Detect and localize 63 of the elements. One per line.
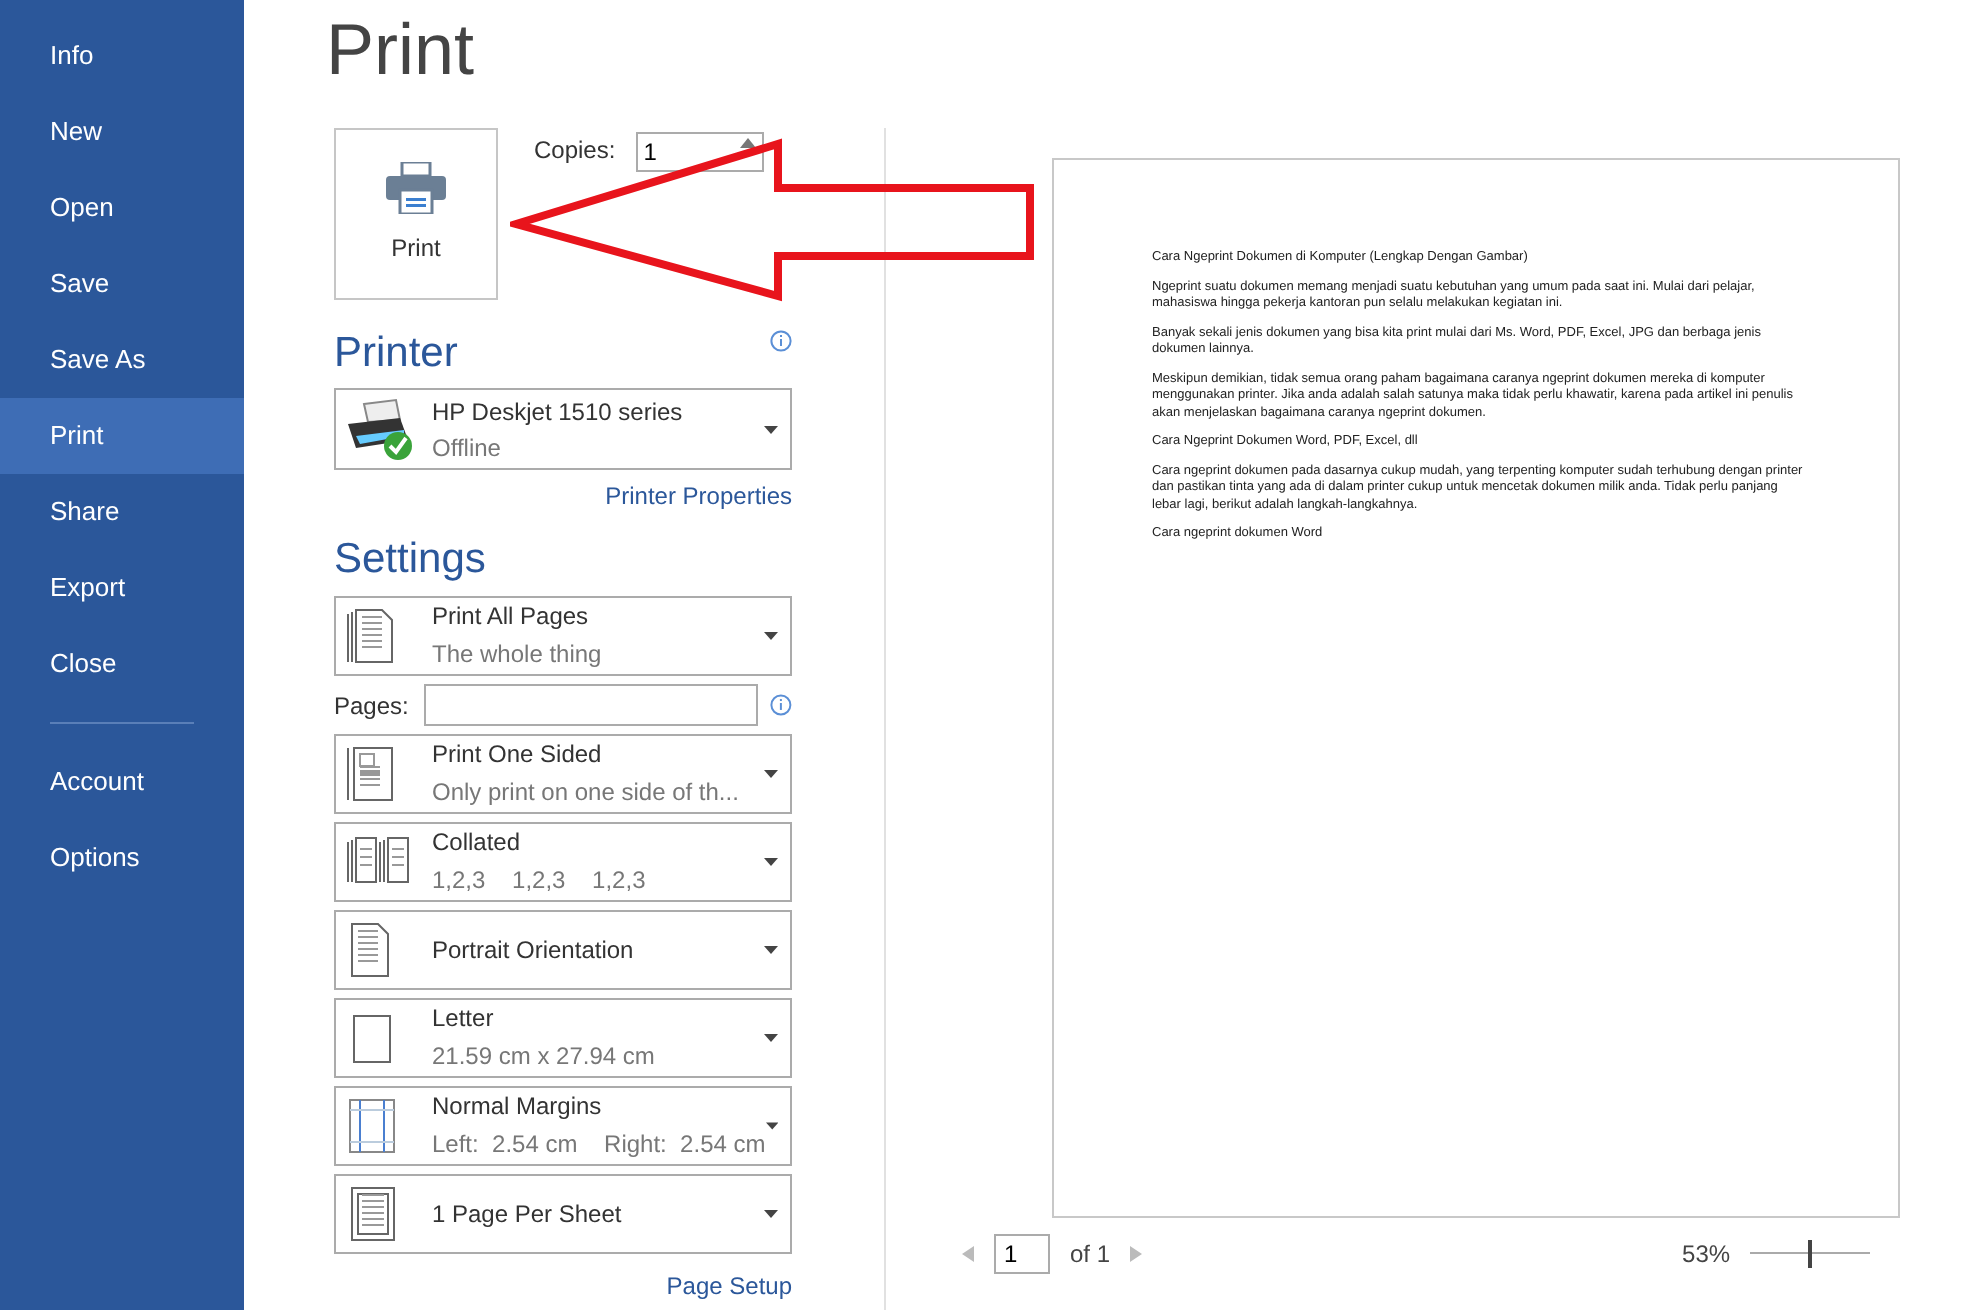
printer-name: HP Deskjet 1510 series bbox=[432, 395, 685, 429]
sidebar-item[interactable]: Account bbox=[0, 744, 244, 820]
caret-icon bbox=[764, 770, 778, 778]
zoom-slider-thumb[interactable] bbox=[1808, 1240, 1813, 1268]
caret-icon bbox=[764, 946, 778, 954]
settings-dropdown[interactable]: Normal Margins Left: 2.54 cm Right: 2.54 cm bbox=[334, 1086, 792, 1166]
caret-icon bbox=[764, 1034, 778, 1042]
option-title: Normal Margins bbox=[432, 1090, 604, 1124]
option-description: The whole thing bbox=[432, 638, 604, 672]
pages-label: Pages: bbox=[334, 689, 411, 723]
next-page-icon[interactable] bbox=[1130, 1246, 1143, 1262]
sidebar-item[interactable]: New bbox=[0, 94, 244, 170]
caret-icon bbox=[764, 1210, 778, 1218]
zoom-level: 53% bbox=[1682, 1238, 1731, 1272]
option-title: Letter bbox=[432, 1002, 496, 1036]
printer-icon bbox=[344, 395, 416, 463]
printer-dropdown[interactable]: HP Deskjet 1510 series Offline bbox=[334, 388, 792, 470]
settings-dropdown[interactable]: Print One Sided Only print on one side of th... bbox=[334, 734, 792, 814]
caret-icon bbox=[764, 425, 778, 433]
option-title: Print All Pages bbox=[432, 600, 591, 634]
caret-icon bbox=[765, 1122, 778, 1130]
sidebar-item[interactable]: Close bbox=[0, 626, 244, 702]
sidebar-item[interactable]: Save bbox=[0, 246, 244, 322]
option-description: 1,2,3 1,2,3 1,2,3 bbox=[432, 864, 648, 898]
printer-status: Offline bbox=[432, 431, 503, 465]
sidebar-item[interactable]: Share bbox=[0, 474, 244, 550]
sidebar-item[interactable]: Export bbox=[0, 550, 244, 626]
caret-icon bbox=[764, 858, 778, 866]
printer-icon bbox=[386, 162, 446, 214]
page-count: of 1 bbox=[1070, 1238, 1111, 1272]
printer-heading: Printer bbox=[334, 328, 458, 380]
copies-label: Copies: bbox=[534, 134, 616, 168]
option-title: Collated bbox=[432, 826, 523, 860]
pages-field[interactable] bbox=[423, 684, 759, 726]
settings-dropdown[interactable]: Print All Pages The whole thing bbox=[334, 596, 792, 676]
sidebar-item[interactable]: Info bbox=[0, 18, 244, 94]
option-description: 21.59 cm x 27.94 cm bbox=[432, 1040, 657, 1074]
settings-dropdown[interactable]: Collated 1,2,3 1,2,3 1,2,3 bbox=[334, 822, 792, 902]
sidebar-item[interactable]: Options bbox=[0, 820, 244, 896]
page-title: Print bbox=[326, 6, 477, 94]
page-setup-link[interactable]: Page Setup bbox=[666, 1268, 792, 1304]
sidebar-item[interactable]: Save As bbox=[0, 322, 244, 398]
option-title: Print One Sided bbox=[432, 738, 604, 772]
sidebar-item[interactable]: Open bbox=[0, 170, 244, 246]
option-description: Only print on one side of th... bbox=[432, 776, 741, 810]
print-button[interactable]: Print bbox=[334, 128, 498, 300]
option-title: 1 Page Per Sheet bbox=[432, 1197, 624, 1231]
settings-dropdown[interactable]: Portrait Orientation bbox=[334, 910, 792, 990]
info-icon[interactable] bbox=[770, 330, 792, 352]
up-arrow-icon[interactable] bbox=[739, 138, 756, 148]
zoom-slider[interactable] bbox=[1750, 1240, 1871, 1268]
info-icon[interactable] bbox=[770, 694, 792, 716]
previous-page-icon[interactable] bbox=[962, 1246, 974, 1262]
sidebar-item[interactable]: Print bbox=[0, 398, 244, 474]
settings-heading: Settings bbox=[334, 534, 488, 586]
option-description: Left: 2.54 cm Right: 2.54 cm bbox=[432, 1128, 766, 1162]
option-title: Portrait Orientation bbox=[432, 933, 636, 967]
caret-icon bbox=[764, 632, 778, 640]
copies-spinner[interactable]: 1 bbox=[635, 132, 764, 172]
printer-properties-link[interactable]: Printer Properties bbox=[605, 478, 792, 514]
page-number-field[interactable]: 1 bbox=[994, 1234, 1050, 1274]
settings-dropdown[interactable]: 1 Page Per Sheet bbox=[334, 1174, 792, 1254]
settings-dropdown[interactable]: Letter 21.59 cm x 27.94 cm bbox=[334, 998, 792, 1078]
